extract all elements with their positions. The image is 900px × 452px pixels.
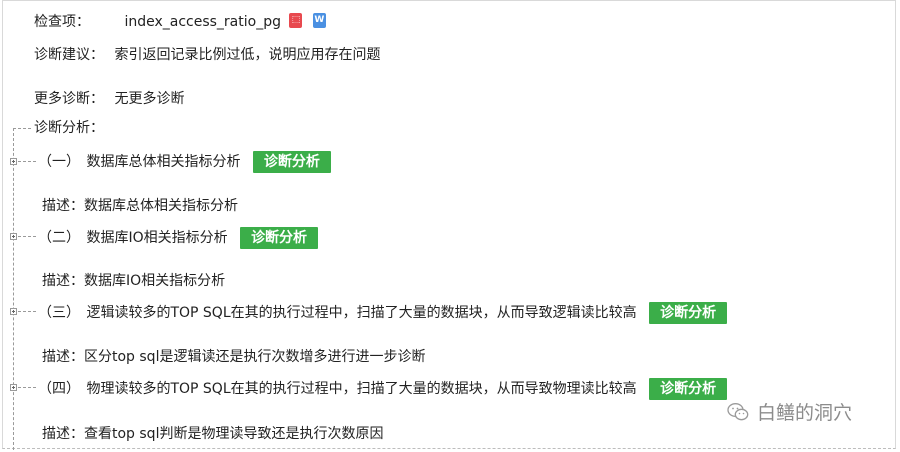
expand-toggle-icon[interactable]: [10, 384, 17, 391]
tree-trunk-line: [13, 128, 14, 450]
wechat-icon: [727, 403, 749, 421]
analysis-item-title: 数据库IO相关指标分析: [86, 230, 228, 246]
analysis-item-description: 描述：区分top sql是逻辑读还是执行次数增多进行进一步诊断: [42, 349, 426, 365]
suggestion-row: 诊断建议： 索引返回记录比例过低，说明应用存在问题: [34, 45, 380, 65]
watermark: 白鳝的洞穴: [727, 400, 852, 426]
analysis-item-description: 描述：查看top sql判断是物理读导致还是执行次数原因: [42, 426, 384, 442]
analysis-item-index: （一）: [38, 154, 80, 170]
more-diagnosis-row: 更多诊断： 无更多诊断: [34, 89, 184, 109]
analysis-item-title: 物理读较多的TOP SQL在其的执行过程中，扫描了大量的数据块，从而导致物理读比…: [86, 381, 637, 397]
tree-root-connector: [13, 128, 31, 129]
diagnose-button[interactable]: 诊断分析: [240, 227, 319, 249]
watermark-text: 白鳝的洞穴: [757, 402, 853, 424]
analysis-item: （一） 数据库总体相关指标分析 诊断分析: [38, 151, 331, 173]
diagnose-button[interactable]: 诊断分析: [649, 378, 728, 400]
analysis-title: 诊断分析：: [34, 120, 104, 136]
analysis-item-index: （二）: [38, 230, 80, 246]
word-export-icon[interactable]: W: [312, 13, 326, 28]
analysis-item-title: 数据库总体相关指标分析: [86, 154, 241, 170]
tree-branch-line: [18, 161, 36, 162]
analysis-item-description: 描述：数据库IO相关指标分析: [42, 273, 226, 289]
more-diagnosis-value: 无更多诊断: [114, 91, 185, 107]
expand-toggle-icon[interactable]: [10, 308, 17, 315]
diagnose-button[interactable]: 诊断分析: [649, 302, 728, 324]
expand-toggle-icon[interactable]: [10, 233, 17, 240]
expand-toggle-icon[interactable]: [10, 158, 17, 165]
diagnose-button[interactable]: 诊断分析: [252, 151, 331, 173]
analysis-item-index: （四）: [38, 381, 80, 397]
pdf-icon-glyph: ⬚: [291, 15, 301, 25]
analysis-item-title: 逻辑读较多的TOP SQL在其的执行过程中，扫描了大量的数据块，从而导致逻辑读比…: [86, 305, 637, 321]
pdf-export-icon[interactable]: ⬚: [289, 13, 303, 28]
suggestion-value: 索引返回记录比例过低，说明应用存在问题: [114, 47, 381, 63]
analysis-item: （二） 数据库IO相关指标分析 诊断分析: [38, 227, 319, 249]
suggestion-label: 诊断建议：: [34, 47, 104, 63]
check-item-row: 检查项： index_access_ratio_pg ⬚ W: [34, 12, 326, 32]
word-icon-glyph: W: [314, 15, 325, 25]
analysis-item-description: 描述：数据库总体相关指标分析: [42, 198, 238, 214]
tree-branch-line: [18, 311, 36, 312]
tree-branch-line: [18, 236, 36, 237]
check-item-label: 检查项：: [34, 14, 90, 30]
analysis-item: （三） 逻辑读较多的TOP SQL在其的执行过程中，扫描了大量的数据块，从而导致…: [38, 302, 728, 324]
analysis-item-index: （三）: [38, 305, 80, 321]
tree-branch-line: [18, 387, 36, 388]
analysis-item: （四） 物理读较多的TOP SQL在其的执行过程中，扫描了大量的数据块，从而导致…: [38, 378, 728, 400]
more-diagnosis-label: 更多诊断：: [34, 91, 104, 107]
check-item-value: index_access_ratio_pg: [124, 14, 281, 30]
